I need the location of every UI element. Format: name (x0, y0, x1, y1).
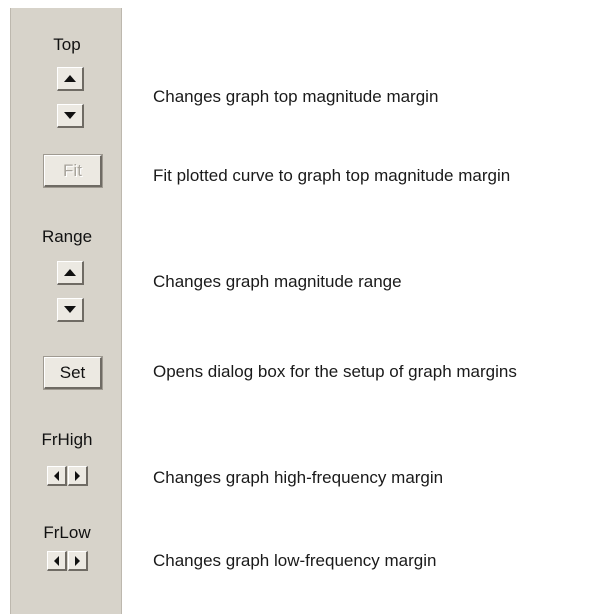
arrow-up-icon (64, 75, 76, 82)
top-description: Changes graph top magnitude margin (153, 87, 439, 106)
fit-button[interactable]: Fit (43, 154, 103, 188)
top-label: Top (53, 35, 81, 54)
frhigh-description: Changes graph high-frequency margin (153, 468, 444, 487)
frhigh-label: FrHigh (41, 430, 93, 449)
arrow-right-icon (75, 470, 80, 481)
top-down-button[interactable] (57, 104, 84, 128)
range-down-button[interactable] (57, 298, 84, 322)
set-description: Opens dialog box for the setup of graph … (153, 362, 517, 381)
arrow-right-icon (75, 555, 80, 566)
frlow-left-button[interactable] (47, 551, 67, 571)
arrow-down-icon (64, 306, 76, 313)
range-up-button[interactable] (57, 261, 84, 285)
arrow-down-icon (64, 112, 76, 119)
range-description: Changes graph magnitude range (153, 272, 402, 291)
set-button[interactable]: Set (43, 356, 103, 390)
frlow-label: FrLow (43, 523, 91, 542)
arrow-left-icon (54, 555, 59, 566)
control-panel: Top Fit Range Set FrHigh FrLow (10, 8, 122, 614)
range-label: Range (41, 227, 93, 246)
fit-description: Fit plotted curve to graph top magnitude… (153, 166, 511, 185)
arrow-up-icon (64, 269, 76, 276)
frhigh-right-button[interactable] (68, 466, 88, 486)
frhigh-left-button[interactable] (47, 466, 67, 486)
frlow-right-button[interactable] (68, 551, 88, 571)
frlow-description: Changes graph low-frequency margin (153, 551, 437, 570)
top-up-button[interactable] (57, 67, 84, 91)
arrow-left-icon (54, 470, 59, 481)
